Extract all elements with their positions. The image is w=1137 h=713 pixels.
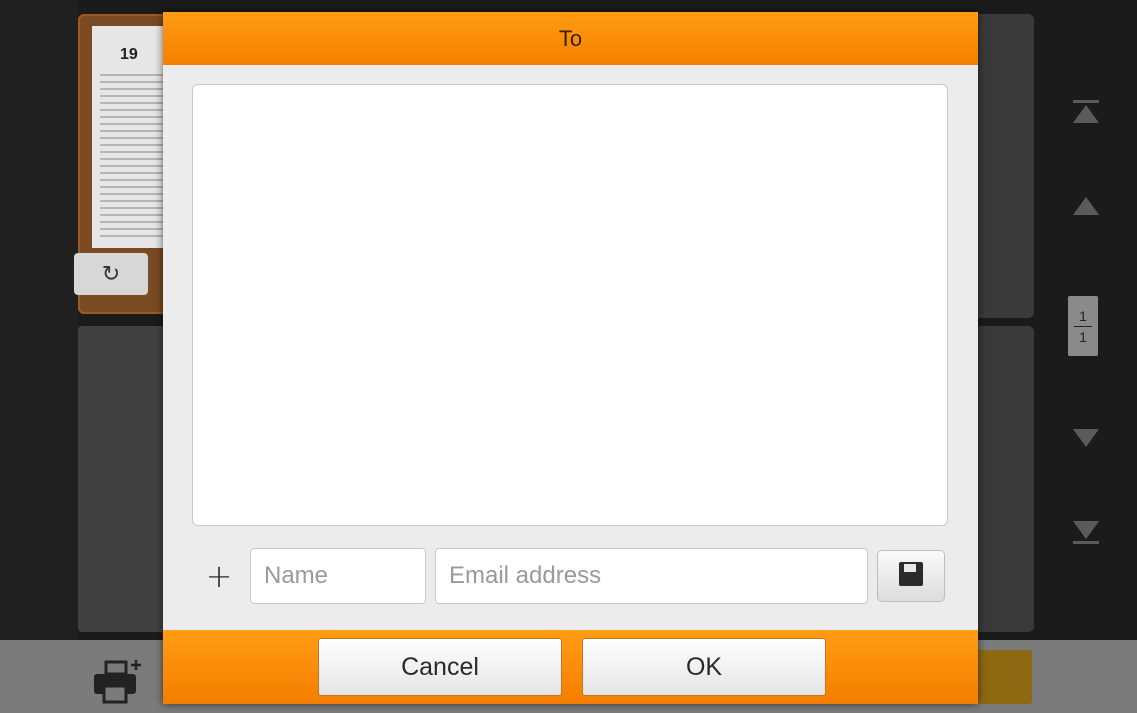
recipient-dialog: To + Cancel OK bbox=[163, 12, 978, 704]
page-up-icon[interactable] bbox=[1066, 186, 1106, 226]
left-strip bbox=[0, 0, 78, 640]
rotate-button[interactable]: ↻ bbox=[74, 253, 148, 295]
rotate-icon: ↻ bbox=[101, 261, 121, 287]
save-address-button[interactable] bbox=[877, 550, 945, 602]
add-printer-icon[interactable] bbox=[92, 658, 146, 706]
page-indicator: 1 1 bbox=[1068, 296, 1098, 356]
ok-button[interactable]: OK bbox=[582, 638, 826, 696]
recipient-list[interactable] bbox=[192, 84, 948, 526]
ok-label: OK bbox=[685, 652, 723, 681]
page-navigation: 1 1 bbox=[1052, 0, 1127, 640]
cancel-label: Cancel bbox=[401, 652, 479, 681]
skip-to-top-icon[interactable] bbox=[1066, 92, 1106, 132]
save-disk-icon bbox=[898, 561, 924, 591]
page-current: 1 bbox=[1079, 307, 1087, 324]
add-recipient-row: + bbox=[163, 546, 978, 608]
preview-panel-bottom bbox=[978, 326, 1034, 632]
page-thumbnail[interactable]: 19 bbox=[92, 26, 172, 248]
thumbnail-text-lines bbox=[100, 74, 168, 242]
thumbnail-page-number: 19 bbox=[120, 46, 138, 63]
dialog-footer: Cancel OK bbox=[163, 630, 978, 704]
page-down-icon[interactable] bbox=[1066, 418, 1106, 458]
name-field[interactable] bbox=[250, 548, 426, 604]
cancel-button[interactable]: Cancel bbox=[318, 638, 562, 696]
email-field[interactable] bbox=[435, 548, 868, 604]
skip-to-bottom-icon[interactable] bbox=[1066, 512, 1106, 552]
dialog-header: To bbox=[163, 12, 978, 65]
dialog-title: To bbox=[558, 25, 583, 51]
plus-icon[interactable]: + bbox=[201, 550, 237, 602]
preview-panel-top bbox=[978, 14, 1034, 318]
page-total: 1 bbox=[1079, 328, 1087, 345]
